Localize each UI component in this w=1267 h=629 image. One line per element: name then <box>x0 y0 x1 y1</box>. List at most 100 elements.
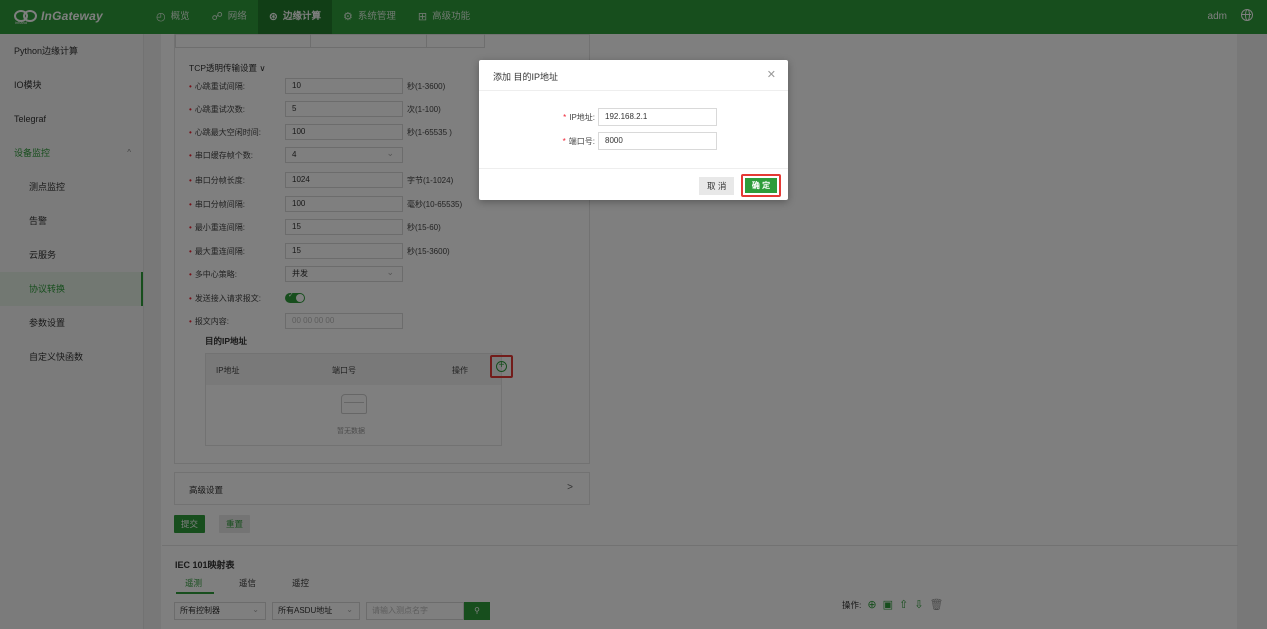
ok-button[interactable]: 确 定 <box>745 178 777 193</box>
chevron-down-icon: ⌄ <box>252 605 259 614</box>
chevron-right-icon: > <box>567 482 573 493</box>
unit-label: 毫秒(10-65535) <box>407 200 463 209</box>
unit-label: 次(1-100) <box>407 105 441 114</box>
add-ip-dialog: 添加 目的IP地址 ✕ * IP地址: 192.168.2.1 * 端口号: 800… <box>479 60 788 200</box>
field-label: • 串口分帧间隔: <box>189 199 246 209</box>
sidebar-item-params[interactable]: 参数设置 <box>0 306 143 340</box>
frame-interval-input[interactable]: 100 <box>285 196 403 212</box>
form-row: • 最大重连间隔: 15 秒(15-3600) <box>189 243 450 259</box>
ip-label: * IP地址: <box>563 113 595 122</box>
submit-button[interactable]: 提交 <box>174 515 206 533</box>
field-label: • 发送接入请求报文: <box>189 293 262 303</box>
sidebar-item-alarm[interactable]: 告警 <box>0 204 143 238</box>
asdu-filter-select[interactable]: 所有ASDU地址 ⌄ <box>272 602 360 620</box>
unit-label: 字节(1-1024) <box>407 176 454 185</box>
column-header-port: 端口号 <box>332 366 356 375</box>
form-row: • 多中心策略: 并发 <box>189 265 403 282</box>
port-label: * 端口号: <box>562 137 595 146</box>
cancel-button[interactable]: 取 消 <box>699 177 735 195</box>
field-label: • 最大重连间隔: <box>189 246 246 256</box>
frame-length-input[interactable]: 1024 <box>285 172 403 188</box>
field-label: • 最小重连间隔: <box>189 222 246 232</box>
close-icon[interactable]: ✕ <box>767 68 776 81</box>
column-header-ops: 操作 <box>452 366 468 375</box>
nav-edge-computing[interactable]: ⊛ 边缘计算 <box>257 0 333 34</box>
search-icon: ⚲ <box>474 606 480 615</box>
sidebar-item-cloud[interactable]: 云服务 <box>0 238 143 272</box>
edge-icon: ⊛ <box>268 11 278 23</box>
chevron-up-icon: ^ <box>127 148 131 157</box>
folder-icon[interactable]: ▣ <box>883 598 893 611</box>
nav-overview[interactable]: ◴ 概览 <box>145 0 201 34</box>
ok-button-highlight: 确 定 <box>741 174 781 197</box>
form-row: • 串口分帧间隔: 100 毫秒(10-65535) <box>189 196 462 212</box>
active-tab-underline <box>176 592 214 594</box>
main-nav: ◴ 概览 ☍ 网络 ⊛ 边缘计算 ⚙ 系统管理 ⊞ 高级功能 <box>145 0 481 34</box>
nav-system[interactable]: ⚙ 系统管理 <box>332 0 407 34</box>
search-button[interactable]: ⚲ <box>464 602 490 620</box>
ops-label: 操作: <box>842 599 862 610</box>
sidebar-item-custom-func[interactable]: 自定义快函数 <box>0 340 143 374</box>
sidebar-item-protocol[interactable]: 协议转换 <box>0 272 143 306</box>
gear-icon: ⚙ <box>343 11 353 23</box>
empty-text: 暂无数据 <box>337 428 365 435</box>
heartbeat-retries-input[interactable]: 5 <box>285 101 403 117</box>
heartbeat-idle-input[interactable]: 100 <box>285 124 403 140</box>
logo-mark-icon: inhand <box>14 9 37 25</box>
logo[interactable]: inhand InGateway <box>14 9 103 25</box>
field-label: • 心跳重试次数: <box>189 104 246 114</box>
nav-label: 系统管理 <box>357 11 396 22</box>
tcp-settings-title[interactable]: TCP透明传输设置 ∨ <box>189 62 266 74</box>
nav-advanced[interactable]: ⊞ 高级功能 <box>407 0 481 34</box>
iec-mapping-title: IEC 101映射表 <box>175 560 235 570</box>
ip-address-input[interactable]: 192.168.2.1 <box>598 108 717 126</box>
serial-cache-frames-select[interactable]: 4 <box>285 146 403 163</box>
sidebar-item-telegraf[interactable]: Telegraf <box>0 102 143 136</box>
form-row-ip: * IP地址: 192.168.2.1 <box>479 108 788 126</box>
controller-filter-select[interactable]: 所有控制器 ⌄ <box>174 602 266 620</box>
port-input[interactable]: 8000 <box>598 132 717 150</box>
max-reconnect-input[interactable]: 15 <box>285 243 403 259</box>
dialog-footer: 取 消 确 定 <box>479 168 788 200</box>
network-icon: ☍ <box>211 11 223 23</box>
sidebar: Python边缘计算 IO模块 Telegraf 设备监控 ^ 测点监控 告警 云… <box>0 34 144 629</box>
table-row-partial <box>175 34 485 48</box>
user-menu[interactable]: adm <box>1208 11 1227 22</box>
dest-ip-title: 目的IP地址 <box>205 336 248 346</box>
form-row: • 串口缓存帧个数: 4 <box>189 146 403 163</box>
add-ip-button[interactable]: + <box>490 355 513 378</box>
form-row: • 心跳重试次数: 5 次(1-100) <box>189 101 441 117</box>
field-label: • 多中心策略: <box>189 269 238 279</box>
nav-label: 边缘计算 <box>283 11 322 22</box>
point-search-input[interactable]: 请输入测点名字 <box>366 602 464 620</box>
form-row: • 报文内容: 00 00 00 00 <box>189 313 403 329</box>
tab-telemetry[interactable]: 遥测 <box>185 577 202 589</box>
advanced-settings-collapse[interactable]: 高级设置 > <box>174 472 590 505</box>
heartbeat-interval-input[interactable]: 10 <box>285 78 403 94</box>
tab-telecontrol[interactable]: 遥控 <box>292 577 309 589</box>
message-content-input[interactable]: 00 00 00 00 <box>285 313 403 329</box>
send-request-toggle[interactable]: ✓ <box>285 292 305 303</box>
sidebar-group-label: 设备监控 <box>14 148 51 158</box>
delete-icon[interactable]: 🗑 <box>929 598 943 611</box>
sidebar-item-io[interactable]: IO模块 <box>0 68 143 102</box>
reset-button[interactable]: 重置 <box>219 515 251 533</box>
grid-icon: ⊞ <box>417 11 428 23</box>
add-circle-icon[interactable]: ⊕ <box>867 598 876 611</box>
sidebar-group-device-monitor[interactable]: 设备监控 ^ <box>0 136 143 170</box>
min-reconnect-input[interactable]: 15 <box>285 219 403 235</box>
field-label: • 报文内容: <box>189 316 230 326</box>
nav-label: 网络 <box>227 11 247 22</box>
multi-center-select[interactable]: 并发 <box>285 265 403 282</box>
top-navbar: inhand InGateway ◴ 概览 ☍ 网络 ⊛ 边缘计算 ⚙ 系统管理 ⊞ 高级… <box>0 0 1267 34</box>
tab-telesignal[interactable]: 遥信 <box>239 577 256 589</box>
language-globe-icon[interactable] <box>1241 9 1253 21</box>
form-row: • 发送接入请求报文: ✓ <box>189 290 305 306</box>
nav-network[interactable]: ☍ 网络 <box>201 0 258 34</box>
column-header-ip: IP地址 <box>216 366 240 375</box>
plus-circle-icon: + <box>496 361 507 372</box>
sidebar-item-point-monitor[interactable]: 测点监控 <box>0 170 143 204</box>
upload-icon[interactable]: ⇧ <box>899 598 908 611</box>
download-icon[interactable]: ⇩ <box>914 598 923 611</box>
sidebar-item-python[interactable]: Python边缘计算 <box>0 34 143 68</box>
